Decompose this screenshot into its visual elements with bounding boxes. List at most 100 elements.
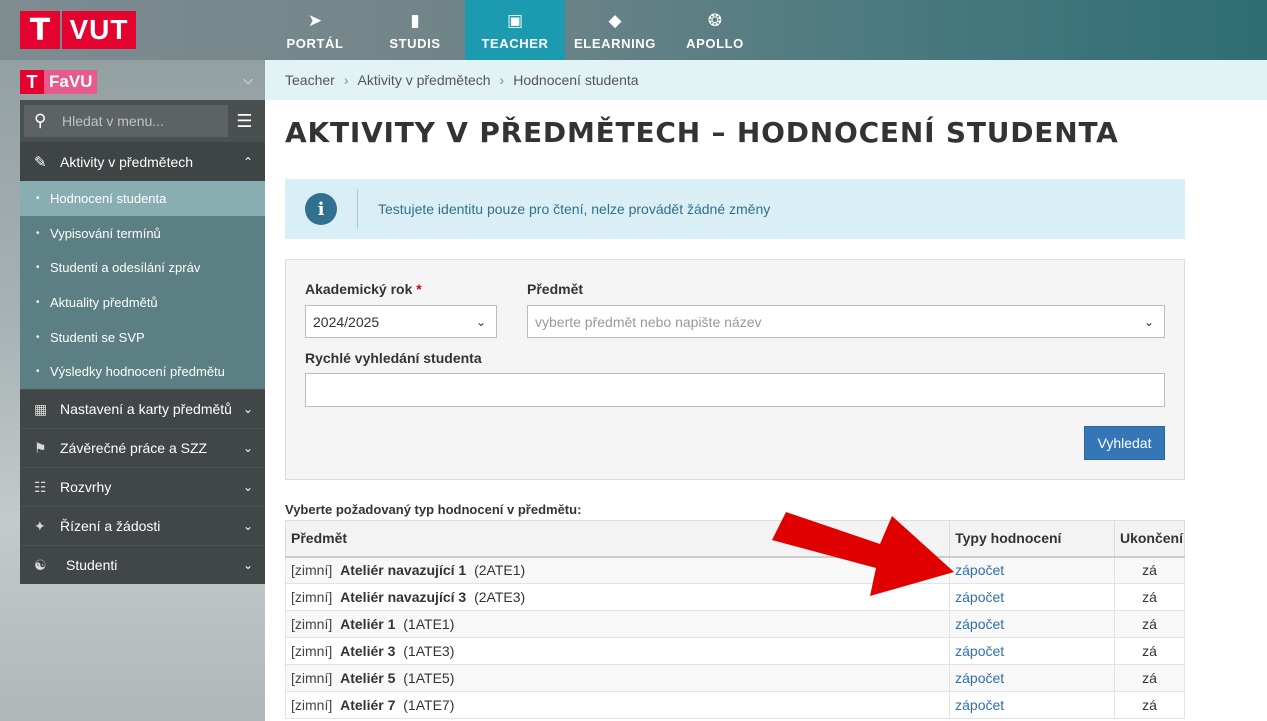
sidebar-item-hodnoceni-studenta[interactable]: • Hodnocení studenta [20,181,265,216]
vut-logo-text: VUT [62,11,136,49]
topnav-studis[interactable]: ▮ STUDIS [365,0,465,60]
sidebar-item-aktuality[interactable]: • Aktuality předmětů [20,285,265,320]
sidebar-item-studenti-zpravy[interactable]: • Studenti a odesílání zpráv [20,250,265,285]
sidebar-section-label: Nastavení a karty předmětů [60,401,232,418]
table-caption: Vyberte požadovaný typ hodnocení v předm… [285,502,582,517]
required-marker: * [416,281,422,297]
chevron-down-icon: ⌄ [242,480,253,495]
end-cell: zá [1113,664,1186,692]
search-icon: ⚲ [34,111,47,130]
type-link[interactable]: zápočet [955,589,1004,605]
red-arrow-annotation [772,512,954,596]
academic-year-select[interactable]: 2024/2025 ⌄ [305,305,497,338]
semester: [zimní] [291,697,333,713]
semester: [zimní] [291,670,333,686]
subject-name: Ateliér navazující 3 [340,589,467,605]
year-label: Akademický rok * [305,281,422,297]
chevron-down-icon: ⌄ [242,402,253,417]
subject-name: Ateliér 7 [340,697,396,713]
sidebar-item-vysledky[interactable]: • Výsledky hodnocení předmětu [20,354,265,389]
semester: [zimní] [291,562,333,579]
semester: [zimní] [291,616,333,632]
subject-cell: [zimní] Ateliér 3 (1ATE3) [284,637,951,665]
subject-cell: [zimní] Ateliér 1 (1ATE1) [284,610,951,638]
topnav-studis-label: STUDIS [389,35,441,51]
info-alert: i Testujete identitu pouze pro čtení, ne… [285,179,1185,239]
topnav-apollo-label: APOLLO [686,35,744,51]
subject-name: Ateliér navazující 1 [340,562,467,579]
sidebar-section-label: Závěrečné práce a SZZ [60,440,208,457]
flame-icon: ❂ [707,10,723,30]
topnav-teacher[interactable]: ▣ TEACHER [465,0,565,60]
type-link[interactable]: zápočet [955,697,1004,713]
topnav-portal[interactable]: ➤ PORTÁL [265,0,365,60]
breadcrumb-teacher[interactable]: Teacher [285,72,335,88]
semester: [zimní] [291,643,333,659]
type-cell: zápočet [949,610,1115,638]
breadcrumb-aktivity[interactable]: Aktivity v předmětech [357,72,490,88]
table-row: [zimní] Ateliér 5 (1ATE5) zápočet zá [284,664,1186,692]
bullet-icon: • [36,296,40,308]
subject-select[interactable]: vyberte předmět nebo napište název ⌄ [527,305,1165,338]
faculty-selector[interactable]: T FaVU ⌵ [20,70,265,94]
type-link[interactable]: zápočet [955,616,1004,632]
subject-placeholder: vyberte předmět nebo napište název [535,313,762,330]
bullet-icon: • [36,331,40,343]
chevron-down-icon: ⌵ [243,72,253,87]
arrow-shape [772,512,954,596]
book-icon: ▮ [410,10,420,30]
evaluation-table: Předmět Typy hodnocení Ukončení [zimní] … [284,520,1186,719]
chevron-down-icon: ⌄ [1143,314,1154,329]
users-icon: ☯ [34,556,47,573]
type-link[interactable]: zápočet [955,562,1004,578]
topnav-apollo[interactable]: ❂ APOLLO [665,0,765,60]
menu-toggle-icon[interactable]: ☰ [228,105,261,137]
sidebar-section-rizeni[interactable]: ✦ Řízení a žádosti ⌄ [20,506,265,546]
subject-name: Ateliér 3 [340,643,396,659]
academic-year-value: 2024/2025 [313,313,380,330]
bullet-icon: • [36,192,40,204]
navigation-arrow-icon: ➤ [307,10,323,30]
sidebar-section-aktivity[interactable]: ✎ Aktivity v předmětech ⌃ [20,142,265,181]
subject-code: (2ATE3) [474,589,526,605]
top-navigation: ➤ PORTÁL ▮ STUDIS ▣ TEACHER ◆ ELEARNING … [265,0,765,60]
sidebar-item-label: Výsledky hodnocení předmětu [50,364,225,380]
sidebar-section-nastaveni[interactable]: ▦ Nastavení a karty předmětů ⌄ [20,389,265,429]
edit-icon: ✎ [34,153,47,171]
subject-code: (2ATE1) [474,562,526,579]
chevron-up-icon: ⌃ [242,154,253,169]
type-cell: zápočet [949,664,1115,692]
puzzle-icon: ✦ [34,517,46,534]
header-types: Typy hodnocení [949,520,1115,558]
faculty-logo-icon: T [20,70,44,94]
subject-name: Ateliér 1 [340,616,396,632]
info-icon: i [305,193,337,225]
faculty-name: FaVU [44,70,98,94]
bullet-icon: • [36,366,40,378]
end-cell: zá [1113,610,1186,638]
table-row: [zimní] Ateliér 7 (1ATE7) zápočet zá [284,691,1186,719]
menu-search-box[interactable]: ⚲ [24,105,228,137]
topnav-teacher-label: TEACHER [481,35,549,51]
type-cell: zápočet [949,556,1115,584]
end-cell: zá [1113,583,1186,611]
sidebar-section-rozvrhy[interactable]: ☷ Rozvrhy ⌄ [20,467,265,507]
sidebar-item-studenti-svp[interactable]: • Studenti se SVP [20,320,265,355]
table-header-row: Předmět Typy hodnocení Ukončení [284,520,1186,558]
search-button[interactable]: Vyhledat [1084,426,1165,460]
topnav-elearning[interactable]: ◆ ELEARNING [565,0,665,60]
sidebar-section-label: Řízení a žádosti [60,518,161,535]
sidebar-item-label: Hodnocení studenta [50,190,167,206]
chevron-down-icon: ⌄ [475,314,486,329]
end-cell: zá [1113,637,1186,665]
type-link[interactable]: zápočet [955,670,1004,686]
sidebar-section-label: Aktivity v předmětech [60,153,194,170]
sidebar-section-zaverecne-prace[interactable]: ⚑ Závěrečné práce a SZZ ⌄ [20,428,265,468]
quick-search-input[interactable] [305,373,1165,407]
type-link[interactable]: zápočet [955,643,1004,659]
sidebar-section-label: Rozvrhy [60,479,112,496]
sidebar-item-vypisovani-terminu[interactable]: • Vypisování termínů [20,216,265,251]
sidebar-section-studenti[interactable]: ☯ Studenti ⌄ [20,545,265,585]
vut-logo[interactable]: T VUT [20,11,136,49]
menu-search-input[interactable] [62,113,222,129]
